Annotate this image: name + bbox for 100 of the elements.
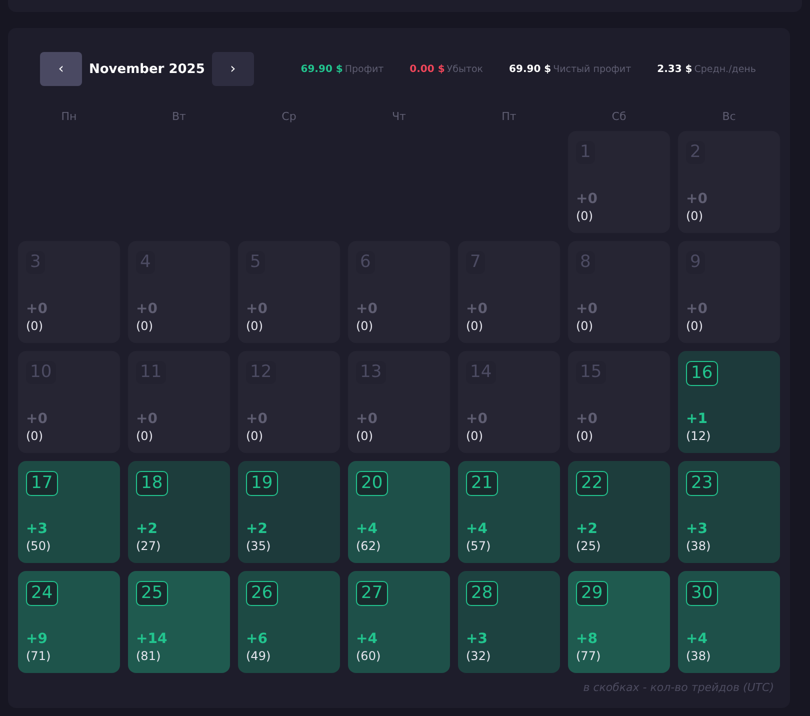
day-number: 27 xyxy=(356,581,388,606)
month-title: November 2025 xyxy=(89,62,205,76)
trade-count: (71) xyxy=(26,649,52,663)
day-number: 24 xyxy=(26,581,58,606)
day-cell[interactable]: 24 +9 (71) xyxy=(18,571,120,673)
day-number: 16 xyxy=(686,361,718,386)
day-number: 28 xyxy=(466,581,498,606)
weekday-label: Вт xyxy=(171,110,187,123)
day-number: 18 xyxy=(136,471,168,496)
trade-count: (81) xyxy=(136,649,162,663)
day-number: 22 xyxy=(576,471,608,496)
trade-count: (0) xyxy=(26,319,44,333)
day-change: +9 xyxy=(26,631,48,647)
trade-count: (25) xyxy=(576,539,602,553)
day-change: +4 xyxy=(356,631,378,647)
day-change: +4 xyxy=(686,631,708,647)
trade-count: (0) xyxy=(246,319,264,333)
stat-label: Чистый профит xyxy=(553,64,632,74)
trade-count: (60) xyxy=(356,649,382,663)
day-change: +0 xyxy=(356,411,378,427)
stat-label: Профит xyxy=(344,64,384,74)
day-cell[interactable]: 23 +3 (38) xyxy=(678,461,780,563)
day-change: +8 xyxy=(576,631,598,647)
day-cell[interactable]: 26 +6 (49) xyxy=(238,571,340,673)
day-cell[interactable]: 30 +4 (38) xyxy=(678,571,780,673)
day-change: +0 xyxy=(686,301,708,317)
day-change: +0 xyxy=(466,301,488,317)
day-cell[interactable]: 22 +2 (25) xyxy=(568,461,670,563)
day-number: 17 xyxy=(26,471,58,496)
stat-value: 69.90 $ xyxy=(300,64,343,74)
trade-count: (0) xyxy=(356,319,374,333)
day-change: +3 xyxy=(686,521,708,537)
day-change: +0 xyxy=(686,191,708,207)
day-change: +3 xyxy=(26,521,48,537)
trade-count: (38) xyxy=(686,649,712,663)
previous-month-button[interactable]: ‹ xyxy=(40,52,82,86)
trade-count: (32) xyxy=(466,649,492,663)
trade-count: (0) xyxy=(686,209,704,223)
stat-label: Средн./день xyxy=(694,64,756,74)
day-cell[interactable]: 16 +1 (12) xyxy=(678,351,780,453)
day-change: +0 xyxy=(576,301,598,317)
day-change: +0 xyxy=(246,301,268,317)
trade-count: (0) xyxy=(136,319,154,333)
trade-count: (0) xyxy=(466,429,484,443)
day-change: +0 xyxy=(26,411,48,427)
day-change: +2 xyxy=(576,521,598,537)
day-number: 23 xyxy=(686,471,718,496)
trade-count: (0) xyxy=(686,319,704,333)
stat-value: 0.00 $ xyxy=(410,64,445,74)
day-change: +0 xyxy=(576,191,598,207)
day-cell[interactable]: 20 +4 (62) xyxy=(348,461,450,563)
day-change: +0 xyxy=(246,411,268,427)
weekday-label: Вс xyxy=(721,110,737,123)
day-change: +4 xyxy=(356,521,378,537)
day-change: +0 xyxy=(466,411,488,427)
trade-count: (38) xyxy=(686,539,712,553)
trade-count: (35) xyxy=(246,539,272,553)
day-number: 20 xyxy=(356,471,388,496)
day-change: +1 xyxy=(686,411,708,427)
trade-count: (0) xyxy=(576,319,594,333)
day-cell[interactable]: 17 +3 (50) xyxy=(18,461,120,563)
trade-count: (57) xyxy=(466,539,492,553)
trade-count: (27) xyxy=(136,539,162,553)
day-change: +0 xyxy=(136,301,158,317)
trade-count: (0) xyxy=(576,429,594,443)
stat-label: Убыток xyxy=(446,64,484,74)
trade-count: (0) xyxy=(246,429,264,443)
day-cell[interactable]: 28 +3 (32) xyxy=(458,571,560,673)
trade-count: (0) xyxy=(466,319,484,333)
day-change: +0 xyxy=(356,301,378,317)
day-change: +14 xyxy=(136,631,168,647)
trade-count: (0) xyxy=(136,429,154,443)
day-cell[interactable]: 19 +2 (35) xyxy=(238,461,340,563)
weekday-label: Сб xyxy=(610,110,628,123)
day-change: +3 xyxy=(466,631,488,647)
day-change: +2 xyxy=(136,521,158,537)
weekday-label: Чт xyxy=(391,110,407,123)
day-cell[interactable]: 25 +14 (81) xyxy=(128,571,230,673)
day-number: 29 xyxy=(576,581,608,606)
stat-value: 69.90 $ xyxy=(509,64,552,74)
day-change: +2 xyxy=(246,521,268,537)
trade-count: (77) xyxy=(576,649,602,663)
day-number: 19 xyxy=(246,471,278,496)
trade-count: (0) xyxy=(576,209,594,223)
trade-count: (62) xyxy=(356,539,382,553)
day-cell[interactable]: 18 +2 (27) xyxy=(128,461,230,563)
weekday-label: Пн xyxy=(60,110,78,123)
next-month-button[interactable]: › xyxy=(212,52,254,86)
day-change: +4 xyxy=(466,521,488,537)
day-change: +0 xyxy=(576,411,598,427)
stat-value: 2.33 $ xyxy=(657,64,692,74)
day-change: +0 xyxy=(136,411,158,427)
trade-count: (49) xyxy=(246,649,272,663)
day-cell[interactable]: 27 +4 (60) xyxy=(348,571,450,673)
day-cell[interactable]: 29 +8 (77) xyxy=(568,571,670,673)
trade-count: (50) xyxy=(26,539,52,553)
trade-count: (0) xyxy=(356,429,374,443)
day-change: +6 xyxy=(246,631,268,647)
day-cell[interactable]: 21 +4 (57) xyxy=(458,461,560,563)
day-number: 26 xyxy=(246,581,278,606)
